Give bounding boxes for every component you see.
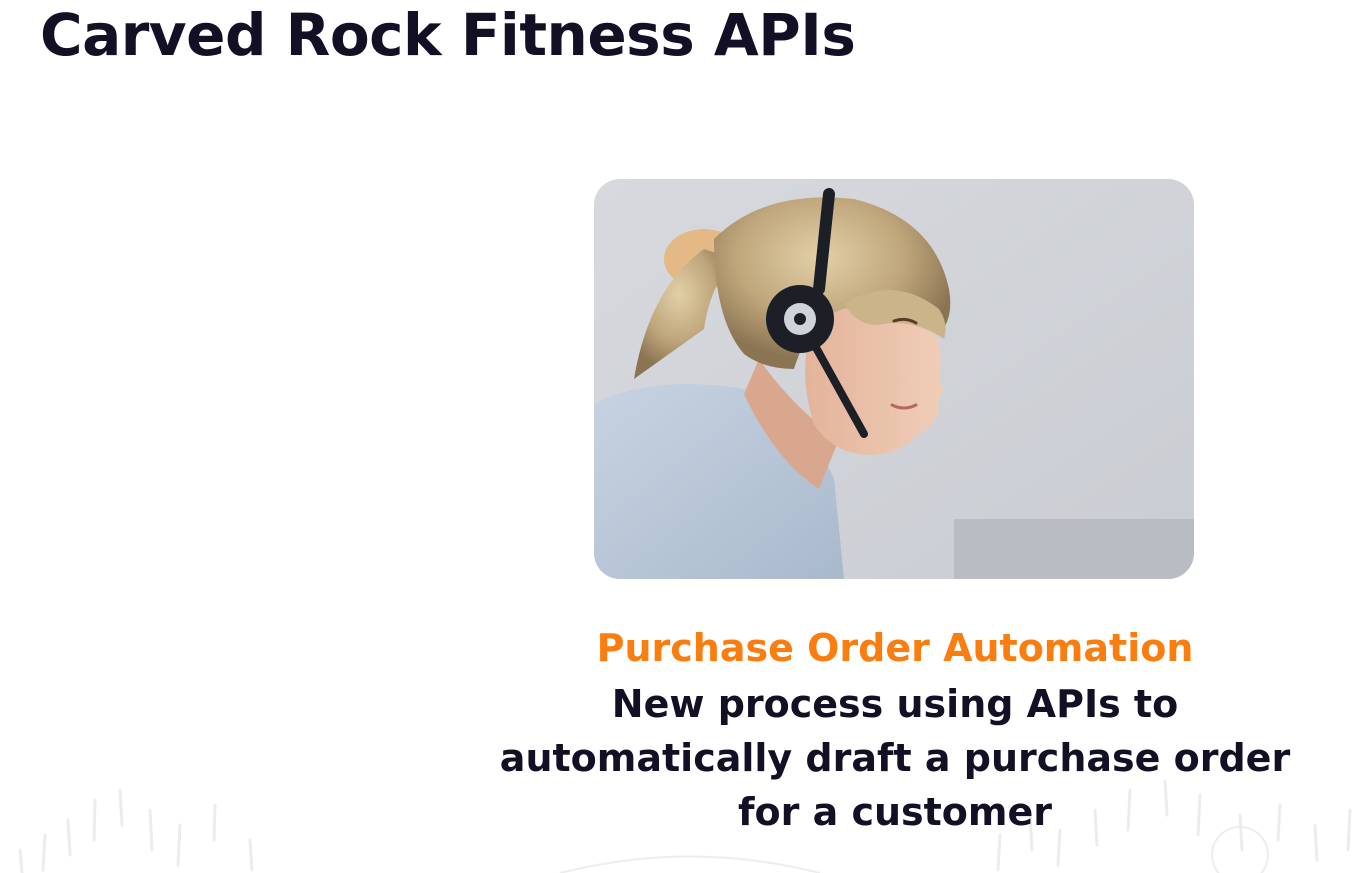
- woman-with-headset-photo: [594, 179, 1194, 579]
- caption-line: New process using APIs to: [611, 682, 1179, 726]
- caption-heading: Purchase Order Automation: [596, 626, 1194, 670]
- caption-body: New process using APIs to automatically …: [480, 677, 1310, 839]
- caption-line: for a customer: [737, 790, 1053, 834]
- caption-line: automatically draft a purchase order: [499, 736, 1291, 780]
- page-title: Carved Rock Fitness APIs: [40, 1, 856, 69]
- slide: Carved Rock Fitness APIs Purchase Order …: [0, 0, 1372, 873]
